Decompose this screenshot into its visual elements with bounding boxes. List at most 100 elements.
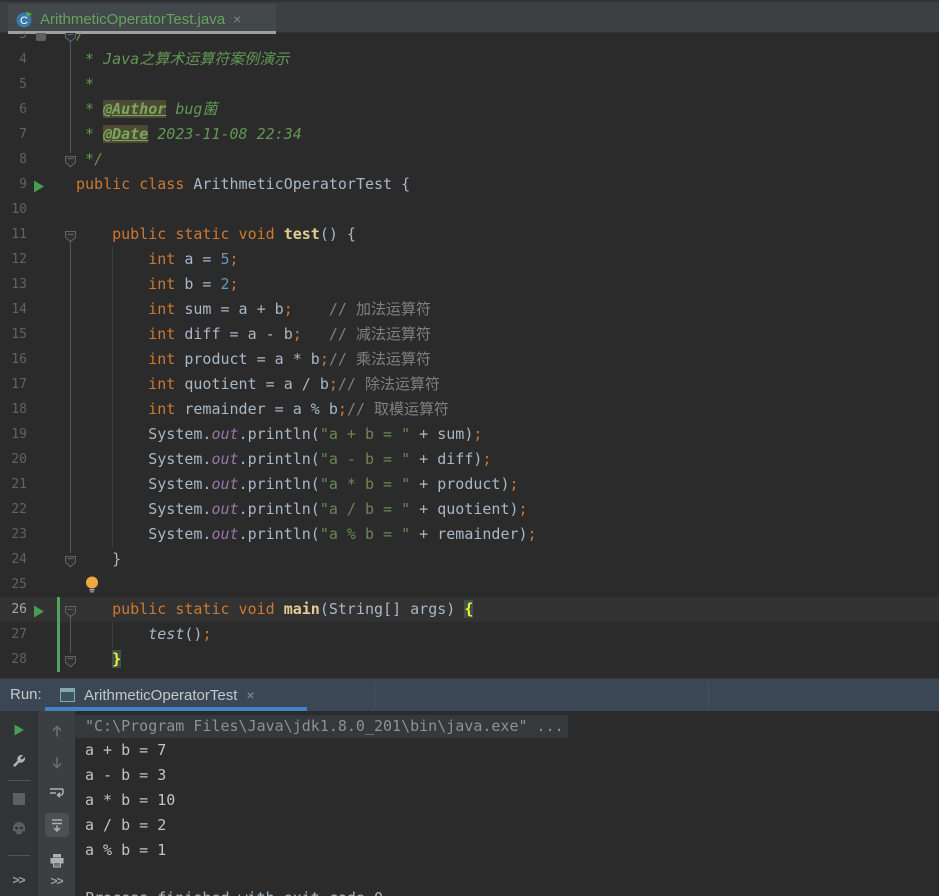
close-icon[interactable]: × (246, 687, 254, 703)
up-icon[interactable] (49, 723, 65, 739)
code-line: 13 int b = 2; (0, 272, 939, 297)
code-line: 23 System.out.println("a % b = " + remai… (0, 522, 939, 547)
code-text: * @Author bug菌 (76, 100, 218, 118)
code-lines: 3/4 * Java之算术运算符案例演示 5 * 6 * @Author bug菌 7… (0, 33, 939, 672)
toolbar-divider (7, 780, 30, 781)
line-number: 7 (19, 127, 27, 142)
code-line: 8 */ (0, 147, 939, 172)
run-tab-title: ArithmeticOperatorTest (84, 686, 238, 704)
code-text: test(); (148, 625, 212, 643)
run-toolbar: >> (0, 711, 37, 896)
console-icon (60, 688, 75, 702)
console-output-line: a + b = 7 (85, 741, 167, 759)
line-number: 15 (11, 327, 27, 342)
vcs-change-bar (57, 622, 60, 647)
code-line: 15 int diff = a - b; // 减法运算符 (0, 322, 939, 347)
line-number: 23 (11, 527, 27, 542)
line-number: 6 (19, 102, 27, 117)
code-line: 4 * Java之算术运算符案例演示 (0, 47, 939, 72)
code-editor[interactable]: 3/4 * Java之算术运算符案例演示 5 * 6 * @Author bug菌 7… (0, 33, 939, 678)
console-exit-line: Process finished with exit code 0 (75, 886, 939, 896)
code-line: 24 } (0, 547, 939, 572)
line-number: 21 (11, 477, 27, 492)
more-icon[interactable]: >> (12, 873, 25, 887)
code-line: 5 * (0, 72, 939, 97)
code-line: 14 int sum = a + b; // 加法运算符 (0, 297, 939, 322)
code-line: 9 public class ArithmeticOperatorTest { (0, 172, 939, 197)
run-console: >> >> "C:\Program Files\Java\jdk1.8.0_20… (0, 711, 939, 896)
line-number: 3 (19, 33, 27, 42)
close-icon[interactable]: × (233, 11, 241, 27)
java-class-icon: C (16, 11, 33, 28)
run-bar-separator (374, 682, 375, 708)
run-bar-separator (708, 682, 709, 708)
run-panel-bar: Run: ArithmeticOperatorTest × (0, 678, 939, 711)
code-line: 27 test(); (0, 622, 939, 647)
settings-icon[interactable] (11, 753, 27, 769)
line-number: 20 (11, 452, 27, 467)
console-output-line: a / b = 2 (85, 816, 167, 834)
down-icon[interactable] (49, 755, 65, 771)
line-number: 10 (11, 202, 27, 217)
vcs-change-bar (57, 597, 60, 622)
fold-line-test-method (70, 240, 71, 553)
kill-icon[interactable] (11, 821, 27, 837)
stop-icon[interactable] (12, 793, 25, 805)
run-tab[interactable]: ArithmeticOperatorTest × (45, 679, 307, 711)
code-text: System.out.println("a / b = " + quotient… (76, 500, 528, 518)
code-text: } (76, 550, 122, 568)
console-output[interactable]: "C:\Program Files\Java\jdk1.8.0_201\bin\… (75, 711, 939, 896)
run-gutter-icon[interactable] (33, 178, 45, 193)
code-text: * @Date 2023-11-08 22:34 (76, 125, 302, 143)
code-text: int product = a * b;// 乘法运算符 (148, 350, 431, 368)
rerun-icon[interactable] (12, 723, 26, 737)
line-number: 22 (11, 502, 27, 517)
code-line: 7 * @Date 2023-11-08 22:34 (0, 122, 939, 147)
console-output-line: a % b = 1 (85, 841, 167, 859)
line-number: 24 (11, 552, 27, 567)
code-line: 11 public static void test() { (0, 222, 939, 247)
fold-line-comment (70, 40, 71, 153)
code-text: */ (76, 150, 104, 168)
ide-window: C ArithmeticOperatorTest.java × 3/4 * Ja… (0, 0, 939, 896)
code-line: 12 int a = 5; (0, 247, 939, 272)
vcs-change-bar (57, 647, 60, 672)
code-text: int b = 2; (148, 275, 239, 293)
code-text: public class ArithmeticOperatorTest { (76, 175, 411, 193)
line-number: 26 (11, 602, 27, 617)
code-line: 21 System.out.println("a * b = " + produ… (0, 472, 939, 497)
code-line: 3/ (0, 33, 939, 47)
run-gutter-icon[interactable] (33, 603, 45, 618)
code-line: 26 public static void main(String[] args… (0, 597, 939, 622)
code-text: int sum = a + b; // 加法运算符 (148, 300, 431, 318)
code-text: int a = 5; (148, 250, 239, 268)
code-line: 16 int product = a * b;// 乘法运算符 (0, 347, 939, 372)
intention-bulb-icon[interactable] (85, 576, 99, 593)
code-line: 25 (0, 572, 939, 597)
code-text: int quotient = a / b;// 除法运算符 (148, 375, 440, 393)
line-number: 8 (19, 152, 27, 167)
console-command-line: "C:\Program Files\Java\jdk1.8.0_201\bin\… (75, 715, 568, 738)
indent-guide (112, 247, 113, 547)
print-icon[interactable] (49, 853, 65, 868)
line-number: 12 (11, 252, 27, 267)
console-output-line: a * b = 10 (85, 791, 176, 809)
code-text: int remainder = a % b;// 取模运算符 (148, 400, 450, 418)
editor-tab[interactable]: C ArithmeticOperatorTest.java × (8, 4, 276, 34)
line-number: 5 (19, 77, 27, 92)
more-icon[interactable]: >> (50, 874, 63, 888)
line-number: 18 (11, 402, 27, 417)
code-line: 28 } (0, 647, 939, 672)
softwrap-icon[interactable] (48, 785, 66, 801)
line-number: 9 (19, 177, 27, 192)
line-number: 14 (11, 302, 27, 317)
scrollend-icon[interactable] (44, 813, 69, 837)
line-number: 4 (19, 52, 27, 67)
code-text: * (76, 75, 95, 93)
code-line: 19 System.out.println("a + b = " + sum); (0, 422, 939, 447)
code-line: 17 int quotient = a / b;// 除法运算符 (0, 372, 939, 397)
line-number: 17 (11, 377, 27, 392)
code-text: / (76, 33, 86, 43)
code-text: } (112, 650, 122, 668)
code-text: public static void main(String[] args) { (112, 600, 474, 618)
